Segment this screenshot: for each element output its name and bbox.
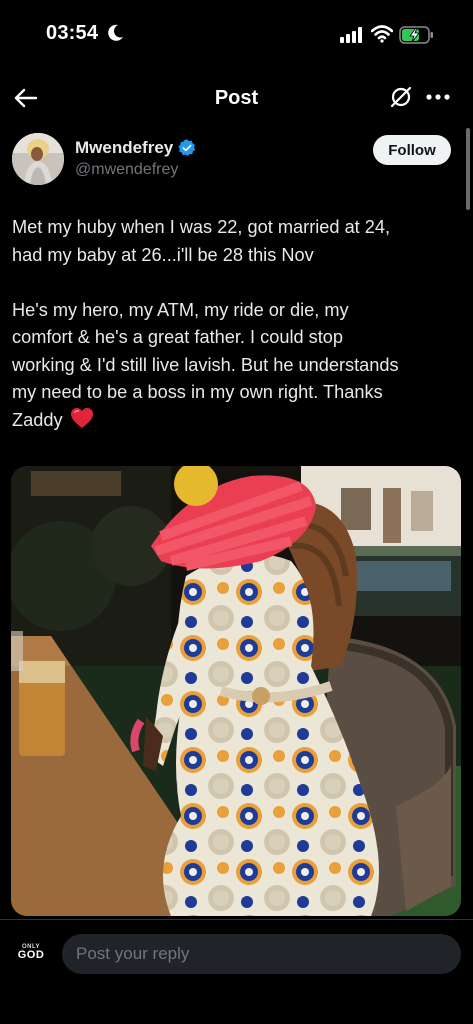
- post-line: had my baby at 26...i'll be 28 this Nov: [12, 244, 314, 265]
- signal-icon: [340, 27, 362, 43]
- status-time: 03:54: [46, 22, 99, 44]
- author-handle[interactable]: @mwendefrey: [75, 161, 178, 179]
- avatar[interactable]: [12, 133, 64, 185]
- battery-charging-icon: [399, 26, 433, 44]
- post-body: Met my huby when I was 22, got married a…: [12, 214, 460, 434]
- reply-bar: ONLY GOD: [0, 920, 473, 1024]
- post-line: working & I'd still live lavish. But he …: [12, 354, 399, 375]
- post-line: my need to be a boss in my own right. Th…: [12, 382, 383, 402]
- moon-icon: [108, 24, 123, 41]
- post-line: comfort & he's a great father. I could s…: [12, 327, 344, 347]
- photo-woman-at-table: [11, 466, 461, 916]
- author-name[interactable]: Mwendefrey: [75, 138, 173, 158]
- post-paragraph-2: He's my hero, my ATM, my ride or die, my…: [12, 297, 460, 435]
- post-line: He's my hero, my ATM, my ride or die, my: [12, 299, 349, 320]
- reply-input[interactable]: [62, 934, 461, 974]
- grok-icon[interactable]: [388, 84, 414, 110]
- more-icon[interactable]: [424, 84, 452, 110]
- post-paragraph-1: Met my huby when I was 22, got married a…: [12, 214, 460, 269]
- post-line: Zaddy: [12, 409, 63, 430]
- top-nav-bar: Post: [0, 70, 473, 126]
- status-bar: 03:54: [0, 0, 473, 70]
- post-line: Met my huby when I was 22, got married a…: [12, 217, 391, 237]
- reply-avatar[interactable]: ONLY GOD: [14, 940, 48, 974]
- reply-avatar-text-bottom: GOD: [17, 949, 45, 961]
- verified-badge-icon: [178, 139, 196, 156]
- post-author: Mwendefrey @mwendefrey Follow: [0, 128, 473, 192]
- post-media-photo[interactable]: [11, 466, 461, 916]
- wifi-icon: [371, 25, 393, 43]
- follow-button[interactable]: Follow: [373, 135, 451, 165]
- red-heart-icon: [70, 407, 93, 428]
